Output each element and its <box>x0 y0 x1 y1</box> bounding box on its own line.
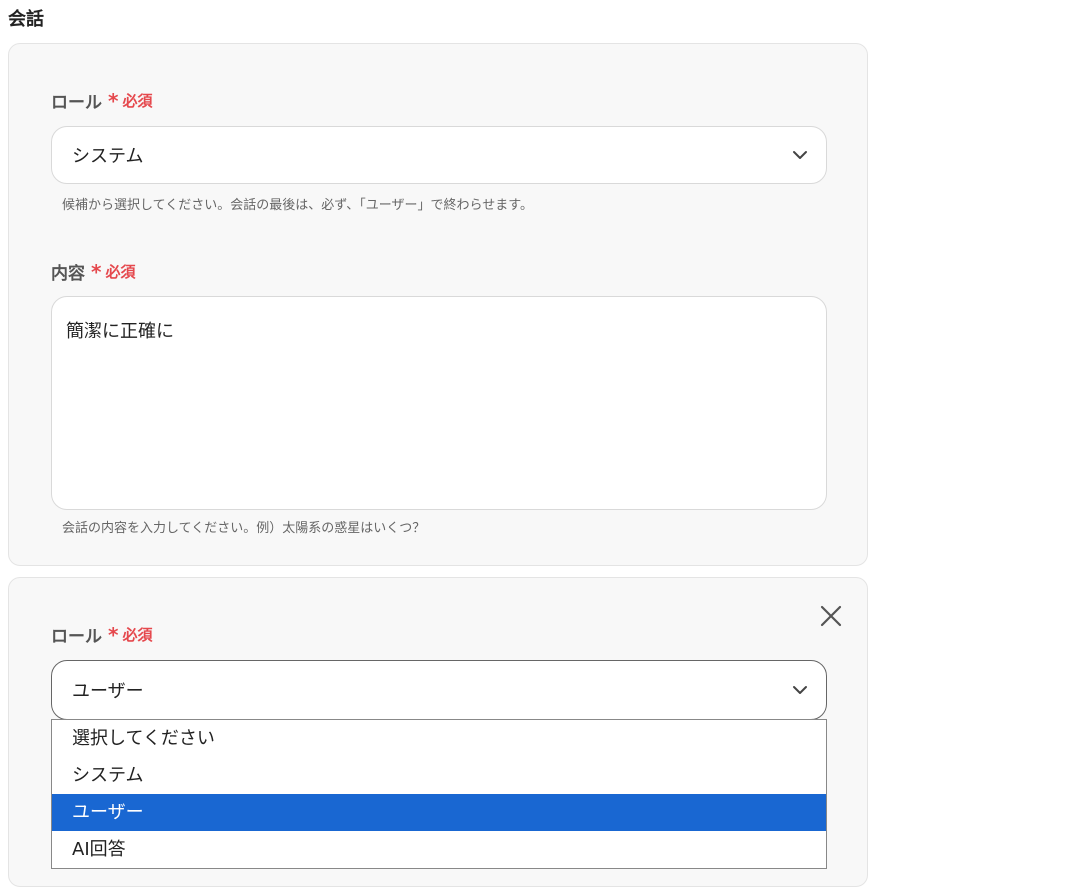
role-select-value: システム <box>72 146 144 167</box>
chevron-down-icon <box>793 686 807 694</box>
role-label-row: ロール * 必須 <box>51 622 153 648</box>
role-label-row: ロール * 必須 <box>51 88 153 114</box>
role-select-value: ユーザー <box>72 681 144 702</box>
chevron-down-icon <box>793 151 807 159</box>
dropdown-option-user[interactable]: ユーザー <box>52 794 826 831</box>
required-badge: 必須 <box>122 92 153 110</box>
required-badge: 必須 <box>105 263 136 281</box>
required-badge: 必須 <box>122 626 153 644</box>
role-label: ロール <box>51 627 102 647</box>
dropdown-option-system[interactable]: システム <box>52 757 826 794</box>
content-label-row: 内容 * 必須 <box>51 259 136 285</box>
content-label: 内容 <box>51 264 85 284</box>
dropdown-option-ai[interactable]: AI回答 <box>52 831 826 868</box>
close-icon[interactable] <box>819 604 843 628</box>
content-textarea-value: 簡潔に正確に <box>66 321 174 342</box>
role-label: ロール <box>51 93 102 113</box>
page-title: 会話 <box>8 9 44 30</box>
required-star: * <box>91 259 102 284</box>
role-dropdown-list: 選択してください システム ユーザー AI回答 <box>51 719 827 869</box>
required-star: * <box>108 88 119 113</box>
dropdown-option-placeholder[interactable]: 選択してください <box>52 720 826 757</box>
content-help-text: 会話の内容を入力してください。例）太陽系の惑星はいくつ？ <box>62 521 426 536</box>
content-textarea[interactable]: 簡潔に正確に <box>51 296 827 510</box>
required-star: * <box>108 622 119 647</box>
role-select[interactable]: ユーザー <box>51 660 827 720</box>
role-select[interactable]: システム <box>51 126 827 184</box>
role-help-text: 候補から選択してください。会話の最後は、必ず、「ユーザー」で終わらせます。 <box>62 198 533 213</box>
conversation-card-1: ロール * 必須 システム 候補から選択してください。会話の最後は、必ず、「ユー… <box>8 43 868 566</box>
